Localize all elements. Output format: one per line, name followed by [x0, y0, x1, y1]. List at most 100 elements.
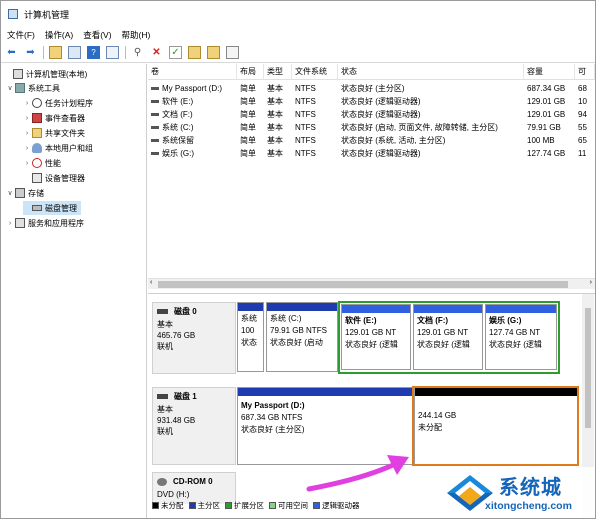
legend-swatch	[152, 501, 159, 509]
menu-help[interactable]: 帮助(H)	[122, 29, 151, 41]
shared-folder-icon	[32, 128, 42, 138]
table-cell: 简单	[240, 123, 256, 132]
horizontal-scrollbar[interactable]: ‹ ›	[148, 278, 595, 289]
tree-node-performance[interactable]: › 性能	[23, 156, 61, 170]
tree-node-event-viewer[interactable]: › 事件查看器	[23, 111, 85, 125]
forward-icon[interactable]: ➡	[24, 46, 37, 59]
volume-icon	[151, 87, 159, 90]
table-cell: NTFS	[295, 149, 316, 158]
table-cell: 基本	[267, 136, 283, 145]
table-cell: 基本	[267, 149, 283, 158]
tree-node-storage[interactable]: ∨ 存储	[6, 186, 44, 200]
computer-icon	[13, 69, 23, 79]
disk-icon	[157, 309, 168, 314]
table-cell: 55	[578, 123, 587, 132]
scroll-left-icon[interactable]: ‹	[150, 279, 152, 286]
partition-e[interactable]: 软件 (E:) 129.01 GB NT 状态良好 (逻辑	[341, 304, 411, 370]
toolbar-separator	[125, 46, 126, 59]
list-view-icon[interactable]	[226, 46, 239, 59]
event-viewer-icon	[32, 113, 42, 123]
connect-icon[interactable]: ⚲	[131, 46, 144, 59]
table-row[interactable]: My Passport (D:) 简单 基本 NTFS 状态良好 (主分区) 687.34…	[148, 82, 595, 95]
new-folder-icon[interactable]	[188, 46, 201, 59]
legend-swatch	[225, 501, 232, 509]
help-icon[interactable]: ?	[87, 46, 100, 59]
scrollbar-thumb[interactable]	[585, 308, 591, 428]
column-header-type[interactable]: 类型	[264, 64, 292, 80]
tree-node-local-users[interactable]: › 本地用户和组	[23, 141, 93, 155]
column-header-filesystem[interactable]: 文件系统	[292, 64, 338, 80]
table-row[interactable]: 系统保留 简单 基本 NTFS 状态良好 (系统, 活动, 主分区) 100 MB 65	[148, 134, 595, 147]
menu-file[interactable]: 文件(F)	[7, 29, 35, 41]
table-cell: 软件 (E:)	[148, 95, 237, 108]
scrollbar-thumb[interactable]	[158, 281, 568, 288]
toolbar: ⬅ ➡ ? ⚲ ✕ ✓	[1, 43, 595, 63]
menu-view[interactable]: 查看(V)	[83, 29, 111, 41]
partition-system-reserved[interactable]: 系统 100 状态	[237, 302, 264, 372]
cdrom-icon	[157, 477, 167, 486]
partition-g[interactable]: 娱乐 (G:) 127.74 GB NT 状态良好 (逻辑	[485, 304, 557, 370]
table-cell: 基本	[267, 110, 283, 119]
watermark-brand: 系统城	[499, 477, 562, 499]
show-tree-icon[interactable]	[68, 46, 81, 59]
tools-icon	[15, 83, 25, 93]
table-cell: 状态良好 (启动, 页面文件, 故障转储, 主分区)	[341, 123, 498, 132]
table-row[interactable]: 娱乐 (G:) 简单 基本 NTFS 状态良好 (逻辑驱动器) 127.74 GB 11	[148, 147, 595, 160]
column-header-layout[interactable]: 布局	[237, 64, 264, 80]
table-cell: 状态良好 (主分区)	[341, 84, 405, 93]
table-cell: 687.34 GB	[527, 84, 566, 93]
unallocated-highlight-outline	[412, 386, 579, 466]
partition-f[interactable]: 文档 (F:) 129.01 GB NT 状态良好 (逻辑	[413, 304, 483, 370]
table-cell: 状态良好 (逻辑驱动器)	[341, 149, 421, 158]
tree-node-device-manager[interactable]: 设备管理器	[23, 171, 85, 185]
disk-management-icon	[32, 205, 42, 211]
disk-1-label[interactable]: 磁盘 1 基本 931.48 GB 联机	[152, 387, 236, 465]
window-title: 计算机管理	[24, 9, 70, 20]
back-icon[interactable]: ⬅	[5, 46, 18, 59]
partition-c[interactable]: 系统 (C:) 79.91 GB NTFS 状态良好 (启动	[266, 302, 338, 372]
table-cell: 简单	[240, 136, 256, 145]
table-cell: NTFS	[295, 110, 316, 119]
delete-icon[interactable]: ✕	[150, 46, 163, 59]
table-cell: 状态良好 (逻辑驱动器)	[341, 97, 421, 106]
table-cell: 127.74 GB	[527, 149, 566, 158]
tree-node-shared-folders[interactable]: › 共享文件夹	[23, 126, 85, 140]
volume-icon	[151, 100, 159, 103]
column-header-status[interactable]: 状态	[338, 64, 524, 80]
tree-node-system-tools[interactable]: ∨ 系统工具	[6, 81, 60, 95]
scroll-right-icon[interactable]: ›	[590, 279, 592, 286]
table-cell: 简单	[240, 149, 256, 158]
tree-node-task-scheduler[interactable]: › 任务计划程序	[23, 96, 93, 110]
table-cell: 基本	[267, 97, 283, 106]
check-icon[interactable]: ✓	[169, 46, 182, 59]
table-cell: 系统保留	[148, 134, 237, 147]
volume-icon	[151, 126, 159, 129]
column-header-volume[interactable]: 卷	[148, 64, 237, 80]
menu-action[interactable]: 操作(A)	[45, 29, 73, 41]
tree-node-services-apps[interactable]: › 服务和应用程序	[6, 216, 84, 230]
disk-0-label[interactable]: 磁盘 0 基本 465.76 GB 联机	[152, 302, 236, 374]
volume-icon	[151, 139, 159, 142]
table-row[interactable]: 软件 (E:) 简单 基本 NTFS 状态良好 (逻辑驱动器) 129.01 GB 10	[148, 95, 595, 108]
table-cell: 79.91 GB	[527, 123, 561, 132]
legend-swatch	[188, 501, 196, 509]
tree-node-disk-management[interactable]: 磁盘管理	[23, 201, 81, 215]
users-icon	[32, 143, 42, 153]
table-cell: 简单	[240, 110, 256, 119]
tree-node-computer-management[interactable]: 计算机管理(本地)	[4, 67, 87, 81]
search-folder-icon[interactable]	[207, 46, 220, 59]
up-folder-icon[interactable]	[49, 46, 62, 59]
table-cell: 10	[578, 97, 587, 106]
table-cell: 文档 (F:)	[148, 108, 237, 121]
properties-icon[interactable]	[106, 46, 119, 59]
navigation-tree: 计算机管理(本地) ∨ 系统工具 › 任务计划程序 › 事件查看器 › 共享文件夹 › 本…	[1, 64, 147, 518]
table-row[interactable]: 文档 (F:) 简单 基本 NTFS 状态良好 (逻辑驱动器) 129.01 GB 94	[148, 108, 595, 121]
watermark: 系统城 xitongcheng.com	[441, 467, 595, 518]
table-row[interactable]: 系统 (C:) 简单 基本 NTFS 状态良好 (启动, 页面文件, 故障转储, 主分区…	[148, 121, 595, 134]
annotation-arrow-icon	[306, 455, 409, 492]
column-header-capacity[interactable]: 容量	[524, 64, 575, 80]
services-icon	[15, 218, 25, 228]
table-cell: 65	[578, 136, 587, 145]
column-header-free[interactable]: 可	[575, 64, 595, 80]
table-cell: 娱乐 (G:)	[148, 147, 237, 160]
